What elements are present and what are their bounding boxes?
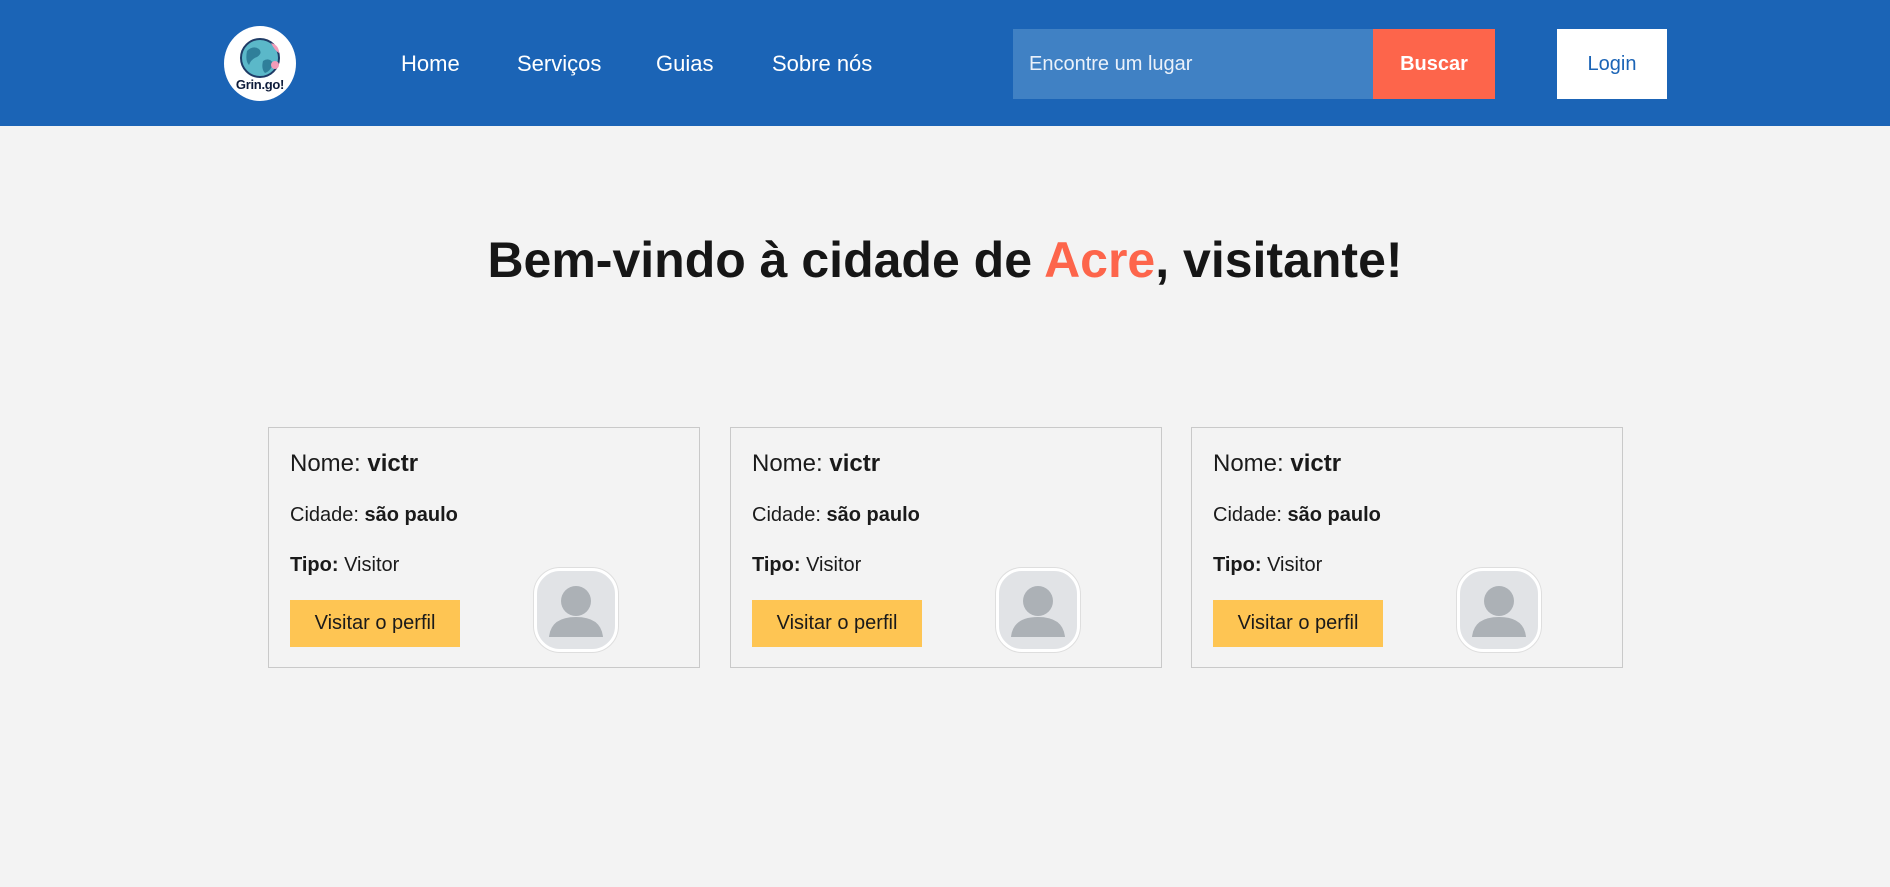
card-type: Tipo: Visitor (290, 554, 399, 577)
card-city: Cidade: são paulo (290, 504, 458, 527)
welcome-city: Acre (1044, 232, 1156, 288)
card-name-label: Nome: (752, 450, 830, 477)
card-type: Tipo: Visitor (1213, 554, 1322, 577)
visit-profile-button[interactable]: Visitar o perfil (752, 600, 922, 647)
card-name: Nome: victr (752, 450, 880, 478)
card-city: Cidade: são paulo (752, 504, 920, 527)
card-city-label: Cidade: (752, 504, 827, 526)
card-name-value: victr (367, 450, 419, 477)
card-type-label: Tipo: (752, 554, 801, 576)
card-city-value: são paulo (1287, 504, 1381, 526)
visit-profile-button[interactable]: Visitar o perfil (290, 600, 460, 647)
card-name-label: Nome: (290, 450, 368, 477)
search-input[interactable] (1013, 29, 1373, 99)
card-city: Cidade: são paulo (1213, 504, 1381, 527)
card-name-value: victr (829, 450, 881, 477)
card-name: Nome: victr (290, 450, 418, 478)
logo[interactable]: Grin.go! (224, 26, 296, 101)
user-avatar-icon (996, 568, 1080, 652)
profile-card: Nome: victr Cidade: são paulo Tipo: Visi… (1191, 427, 1623, 668)
card-name-value: victr (1290, 450, 1342, 477)
login-button[interactable]: Login (1557, 29, 1667, 99)
card-name-label: Nome: (1213, 450, 1291, 477)
user-avatar-icon (534, 568, 618, 652)
search-button[interactable]: Buscar (1373, 29, 1495, 99)
nav-guias[interactable]: Guias (656, 51, 713, 77)
profile-card: Nome: victr Cidade: são paulo Tipo: Visi… (730, 427, 1162, 668)
card-city-label: Cidade: (290, 504, 365, 526)
navbar: Grin.go! Home Serviços Guias Sobre nós B… (0, 0, 1890, 126)
card-type-value: Visitor (1261, 554, 1323, 576)
card-city-value: são paulo (364, 504, 458, 526)
nav-sobre-nos[interactable]: Sobre nós (772, 51, 872, 77)
profile-card: Nome: victr Cidade: são paulo Tipo: Visi… (268, 427, 700, 668)
logo-text: Grin.go! (235, 77, 285, 92)
card-type: Tipo: Visitor (752, 554, 861, 577)
nav-servicos[interactable]: Serviços (517, 51, 601, 77)
card-city-label: Cidade: (1213, 504, 1288, 526)
welcome-suffix: , visitante! (1155, 232, 1403, 288)
card-type-value: Visitor (338, 554, 400, 576)
welcome-prefix: Bem-vindo à cidade de (487, 232, 1045, 288)
card-type-label: Tipo: (290, 554, 339, 576)
user-avatar-icon (1457, 568, 1541, 652)
nav-home[interactable]: Home (401, 51, 460, 77)
globe-icon (240, 38, 280, 78)
visit-profile-button[interactable]: Visitar o perfil (1213, 600, 1383, 647)
card-type-value: Visitor (800, 554, 862, 576)
card-type-label: Tipo: (1213, 554, 1262, 576)
welcome-heading: Bem-vindo à cidade de Acre, visitante! (0, 230, 1890, 290)
card-city-value: são paulo (826, 504, 920, 526)
card-name: Nome: victr (1213, 450, 1341, 478)
